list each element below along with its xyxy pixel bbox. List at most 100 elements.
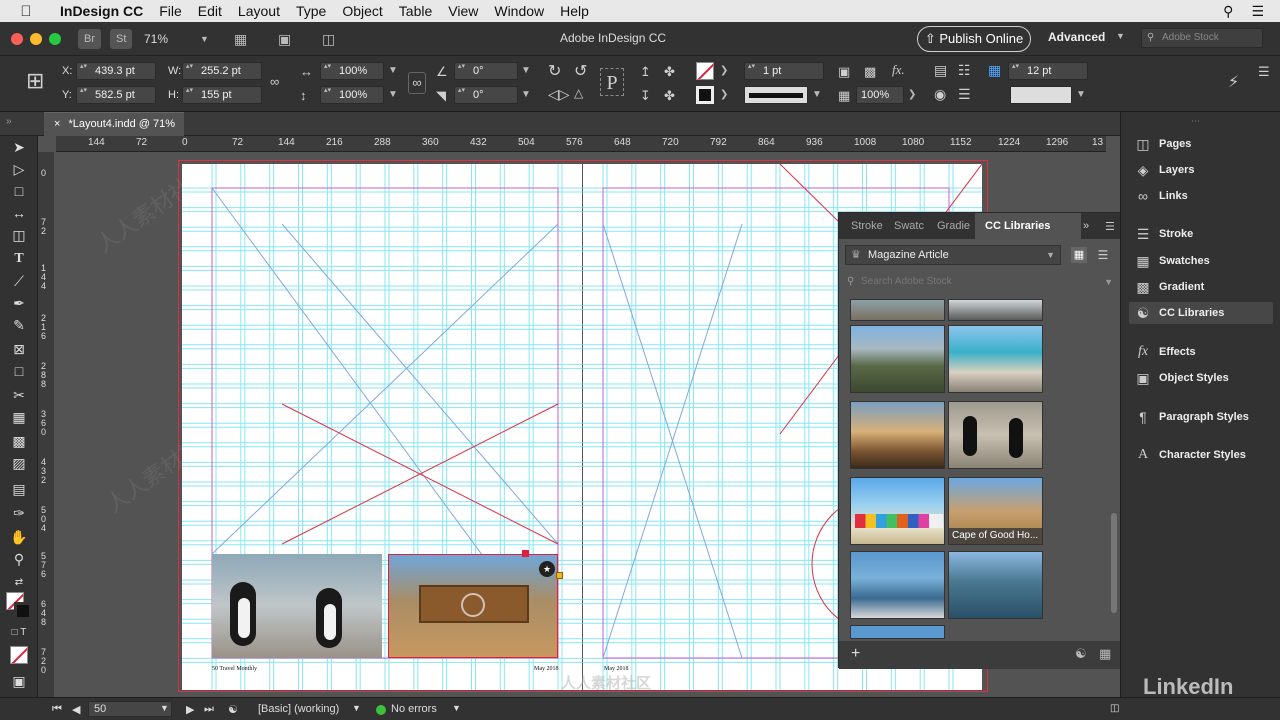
flip-vertical-icon[interactable]: △ — [574, 86, 583, 100]
stroke-chevron-icon[interactable]: ❯ — [720, 89, 728, 100]
workspace-chevron-icon[interactable]: ▼ — [1116, 31, 1125, 41]
dock-character-styles[interactable]: A Character Styles — [1129, 444, 1273, 466]
line-tool-icon[interactable]: ⟋ — [9, 272, 29, 290]
menu-type[interactable]: Type — [288, 3, 334, 19]
style-preview-swatch[interactable] — [1010, 86, 1072, 104]
quick-apply-lightning-icon[interactable]: ⚡ — [1228, 72, 1239, 92]
opacity-chevron-icon[interactable]: ❯ — [908, 89, 916, 100]
close-tab-icon[interactable]: × — [54, 118, 60, 130]
bridge-button[interactable]: Br — [78, 29, 101, 49]
height-field[interactable]: 155 pt — [182, 86, 262, 104]
gutter-field[interactable]: 12 pt — [1008, 62, 1088, 80]
auto-fit-icon[interactable]: ▦ — [988, 62, 1001, 79]
library-thumbnail-penguins[interactable] — [948, 401, 1043, 469]
open-page-icon[interactable]: ☯ — [228, 703, 238, 716]
tab-cc-libraries[interactable]: CC Libraries — [975, 213, 1081, 239]
spotlight-search-icon[interactable]: ⚲ — [1223, 3, 1233, 20]
zoom-dropdown-chevron-icon[interactable]: ▼ — [194, 29, 215, 49]
adobe-stock-search-input[interactable]: ⚲ Adobe Stock — [1141, 28, 1263, 48]
menu-app-name[interactable]: InDesign CC — [52, 3, 151, 19]
trash-icon[interactable]: ▦ — [1099, 646, 1111, 662]
zoom-window-button[interactable] — [49, 33, 61, 45]
grid-view-icon[interactable]: ▦ — [1071, 247, 1087, 263]
rotate-counterclockwise-icon[interactable]: ↺ — [574, 61, 587, 81]
fill-chevron-icon[interactable]: ❯ — [720, 65, 728, 76]
scale-x-dropdown-icon[interactable]: ▼ — [388, 65, 398, 76]
text-wrap-bounding-box-icon[interactable]: ▤ — [934, 62, 947, 79]
shear-dropdown-icon[interactable]: ▼ — [521, 89, 531, 100]
minimize-window-button[interactable] — [30, 33, 42, 45]
apple-icon[interactable]:  — [0, 3, 52, 20]
distribute-objects-icon[interactable]: ☰ — [958, 86, 971, 103]
next-page-icon[interactable]: ▶ — [186, 703, 194, 716]
rotate-field[interactable]: 0° — [454, 62, 518, 80]
direct-selection-tool-icon[interactable]: ▷ — [9, 160, 29, 178]
stroke-swatch[interactable] — [14, 602, 32, 620]
select-next-object-icon[interactable]: ✤ — [664, 88, 675, 104]
screen-mode-normal-icon[interactable]: ▣ — [9, 672, 29, 690]
style-chevron-icon[interactable]: ▼ — [1076, 89, 1086, 100]
dock-swatches[interactable]: ▦ Swatches — [1129, 250, 1273, 272]
stock-button[interactable]: St — [110, 29, 133, 49]
gap-tool-icon[interactable]: ↔ — [9, 204, 29, 222]
constrain-proportions-icon[interactable]: ∞ — [270, 74, 279, 89]
shear-field[interactable]: 0° — [454, 86, 518, 104]
gradient-swatch-tool-icon[interactable]: ▩ — [9, 432, 29, 450]
formatting-container-icon[interactable]: □ T — [9, 624, 29, 642]
vertical-ruler[interactable]: 0 7 2 1 4 4 2 1 6 2 8 8 3 6 0 4 3 2 5 0 … — [38, 152, 54, 697]
screen-mode-icon[interactable]: ▣ — [272, 29, 297, 49]
control-panel-menu-icon[interactable]: ☰ — [1258, 64, 1270, 80]
list-view-icon[interactable]: ☰ — [1095, 247, 1111, 263]
notification-list-icon[interactable]: ☰ — [1251, 3, 1264, 20]
rectangle-tool-icon[interactable]: □ — [9, 362, 29, 380]
select-container-icon[interactable]: ↥ — [640, 64, 651, 80]
hand-tool-icon[interactable]: ✋ — [9, 528, 29, 546]
menu-file[interactable]: File — [151, 3, 190, 19]
scale-y-dropdown-icon[interactable]: ▼ — [388, 89, 398, 100]
effects-fx-icon[interactable]: fx. — [892, 62, 905, 78]
document-tab[interactable]: × *Layout4.indd @ 71% — [44, 112, 184, 136]
dock-cc-libraries[interactable]: ☯ CC Libraries — [1129, 302, 1273, 324]
corner-options-handle[interactable] — [556, 572, 563, 579]
collapse-panels-icon[interactable]: » — [6, 116, 12, 127]
dock-grip[interactable]: ⋯ — [1191, 116, 1200, 127]
horizontal-ruler[interactable]: 144 72 0 72 144 216 288 360 432 504 576 … — [56, 136, 1106, 152]
preflight-errors[interactable]: No errors — [391, 703, 437, 715]
dock-stroke[interactable]: ☰ Stroke — [1129, 223, 1273, 245]
menu-window[interactable]: Window — [486, 3, 552, 19]
publish-online-button[interactable]: ⇧ Publish Online — [917, 26, 1031, 52]
frame-fitting-icon[interactable]: ▣ — [838, 64, 850, 80]
workspace-switcher[interactable]: Advanced — [1048, 30, 1105, 44]
library-selector[interactable]: ♛ Magazine Article ▼ — [845, 245, 1061, 265]
panel-expand-icon[interactable]: » — [1083, 220, 1089, 232]
view-options-icon[interactable]: ▦ — [228, 29, 253, 49]
library-thumbnail-mountains[interactable] — [850, 325, 945, 393]
page-chevron-icon[interactable]: ▼ — [160, 703, 169, 713]
stroke-black-swatch[interactable] — [696, 86, 714, 104]
dock-pages[interactable]: ◫ Pages — [1129, 133, 1273, 155]
content-collector-icon[interactable]: ◫ — [9, 226, 29, 244]
menu-edit[interactable]: Edit — [190, 3, 230, 19]
zoom-tool-icon[interactable]: ⚲ — [9, 550, 29, 568]
library-thumbnail-beach-huts[interactable] — [850, 477, 945, 545]
tab-swatches[interactable]: Swatc — [894, 220, 924, 232]
constrain-scale-icon[interactable]: ∞ — [408, 72, 426, 94]
first-page-icon[interactable]: ⏮ — [52, 703, 62, 716]
add-content-icon[interactable]: + — [851, 645, 860, 663]
selection-handle-red[interactable] — [522, 550, 529, 557]
library-thumbnail[interactable] — [850, 625, 945, 639]
penguins-photo-frame[interactable] — [212, 554, 382, 658]
scissors-tool-icon[interactable]: ✂ — [9, 386, 29, 404]
stroke-type-chevron-icon[interactable]: ▼ — [812, 89, 822, 100]
library-chevron-icon[interactable]: ▼ — [1046, 246, 1055, 264]
zoom-level[interactable]: 71% — [138, 29, 174, 49]
scale-y-field[interactable]: 100% — [320, 86, 384, 104]
tab-gradient[interactable]: Gradie — [937, 220, 970, 232]
scale-x-field[interactable]: 100% — [320, 62, 384, 80]
page-tool-icon[interactable]: □ — [9, 182, 29, 200]
eyedropper-tool-icon[interactable]: ✑ — [9, 504, 29, 522]
pencil-tool-icon[interactable]: ✎ — [9, 316, 29, 334]
stroke-type-dropdown[interactable] — [744, 86, 808, 104]
selection-tool-icon[interactable]: ➤ — [9, 138, 29, 156]
fill-none-swatch[interactable] — [696, 62, 714, 80]
